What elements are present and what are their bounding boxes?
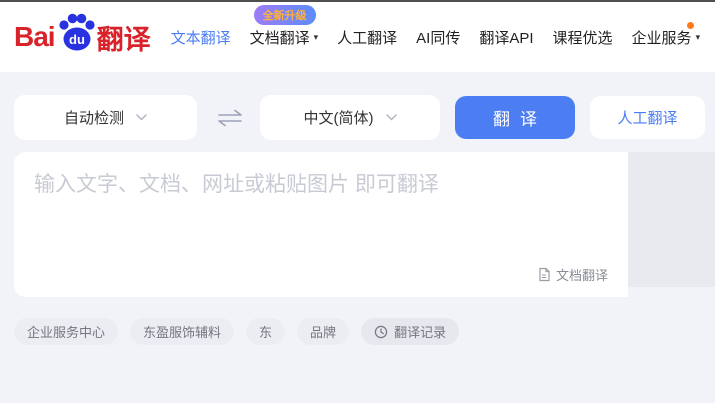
tag-dong[interactable]: 东: [246, 318, 286, 345]
translation-result-panel: [628, 152, 715, 287]
nav-courses[interactable]: 课程优选: [553, 27, 613, 48]
new-upgrade-badge: 全新升级: [253, 4, 316, 25]
logo-text-fanyi: 翻译: [96, 24, 151, 55]
swap-arrows-icon: [218, 109, 242, 126]
source-language-select[interactable]: 自动检测: [14, 95, 197, 140]
human-translate-button[interactable]: 人工翻译: [590, 96, 705, 139]
doc-translate-link[interactable]: 文档翻译: [537, 265, 608, 284]
nav-enterprise-services[interactable]: 企业服务 ▾: [632, 21, 701, 48]
doc-translate-label: 文档翻译: [555, 268, 608, 283]
nav-doc-translate[interactable]: 全新升级 文档翻译 ▾: [250, 4, 319, 48]
tag-brand[interactable]: 品牌: [297, 318, 350, 345]
nav-translate-api[interactable]: 翻译API: [479, 27, 533, 48]
swap-languages-button[interactable]: [211, 95, 249, 140]
document-icon: [539, 267, 550, 282]
translate-button[interactable]: 翻译: [455, 96, 575, 139]
nav-text-translate[interactable]: 文本翻译: [171, 27, 231, 48]
header: Bai du 翻译 文本翻译 全新升级 文档翻译 ▾ 人工翻译 AI同传 翻译A…: [0, 2, 715, 72]
tag-enterprise-service-center[interactable]: 企业服务中心: [14, 318, 119, 345]
target-language-select[interactable]: 中文(简体): [260, 95, 440, 140]
main-nav: 文本翻译 全新升级 文档翻译 ▾ 人工翻译 AI同传 翻译API 课程优选 企业…: [171, 4, 701, 48]
chevron-down-icon: [136, 114, 147, 121]
logo-text-bai: Bai: [14, 21, 56, 52]
quick-tags-row: 企业服务中心 东盈服饰辅料 东 品牌 翻译记录: [14, 318, 460, 345]
tag-dongying-apparel[interactable]: 东盈服饰辅料: [130, 318, 235, 345]
baidu-paw-icon: du: [56, 12, 96, 56]
nav-human-translate[interactable]: 人工翻译: [337, 27, 397, 48]
notification-dot: [687, 21, 695, 29]
chevron-down-icon: ▾: [695, 31, 701, 42]
baidu-translate-logo[interactable]: Bai du 翻译: [14, 12, 151, 62]
translation-history-label: 翻译记录: [394, 325, 447, 340]
target-language-value: 中文(简体): [303, 110, 374, 127]
chevron-down-icon: [385, 114, 397, 121]
nav-ai-simultaneous[interactable]: AI同传: [416, 27, 460, 48]
chevron-down-icon: ▾: [313, 31, 319, 42]
svg-text:du: du: [69, 32, 85, 47]
source-text-input[interactable]: [14, 152, 628, 252]
clock-icon: [374, 325, 388, 338]
translation-history-button[interactable]: 翻译记录: [361, 318, 460, 345]
source-language-value: 自动检测: [63, 110, 124, 127]
source-text-panel: 文档翻译: [14, 152, 628, 297]
